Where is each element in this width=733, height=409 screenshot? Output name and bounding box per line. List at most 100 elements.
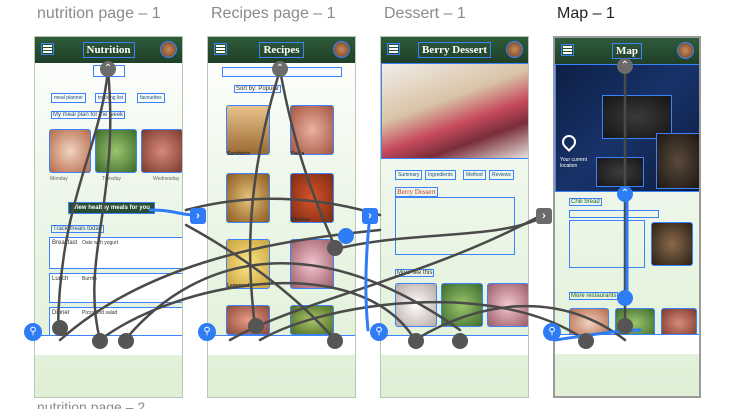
- location-pin-icon: [559, 132, 579, 152]
- meal-card-dinner[interactable]: Dinner Pizza and salad: [49, 307, 182, 337]
- dessert-description: [395, 197, 515, 255]
- related-image-1[interactable]: [395, 283, 437, 327]
- connection-node[interactable]: [578, 333, 594, 349]
- tab-favourites[interactable]: favourites: [137, 93, 165, 103]
- frame-label-map[interactable]: Map – 1: [557, 5, 615, 23]
- place-address: [569, 210, 659, 218]
- recipe-image-soup[interactable]: [226, 173, 270, 223]
- current-location-label: Your current location: [560, 157, 588, 169]
- next-arrow-icon[interactable]: ›: [536, 208, 552, 224]
- page-title: Nutrition: [82, 42, 135, 58]
- app-bar: Berry Dessert: [381, 37, 528, 63]
- avatar[interactable]: [160, 41, 177, 58]
- bottom-nav: [35, 335, 182, 355]
- frame-label-nutrition[interactable]: nutrition page – 1: [37, 5, 161, 23]
- tab-tracking-list[interactable]: tracking list: [95, 93, 127, 103]
- menu-icon[interactable]: [387, 43, 400, 55]
- menu-icon[interactable]: [214, 43, 227, 55]
- connection-node[interactable]: [452, 333, 468, 349]
- pin-icon[interactable]: ⚲: [24, 323, 42, 341]
- page-title: Berry Dessert: [417, 42, 492, 58]
- tab-meal-planner[interactable]: meal planner: [51, 93, 86, 103]
- meal-plan-subhead: My meal plan for the week: [51, 111, 126, 119]
- connection-node-active[interactable]: [338, 228, 354, 244]
- menu-icon[interactable]: [561, 44, 574, 56]
- track-meals-label: Track meals today: [51, 225, 104, 233]
- prototype-canvas[interactable]: nutrition page – 1 Recipes page – 1 Dess…: [0, 0, 733, 409]
- day-image-tuesday[interactable]: [95, 129, 137, 173]
- connection-node[interactable]: [617, 318, 633, 334]
- meal-dish: Pizza and salad: [82, 310, 118, 316]
- more-restaurants-label: More restaurants: [569, 292, 619, 300]
- tab-ingredients[interactable]: Ingredients: [425, 170, 456, 180]
- tab-method[interactable]: Method: [463, 170, 486, 180]
- connection-node-active[interactable]: [617, 290, 633, 306]
- page-title: Map: [612, 43, 642, 59]
- meal-dish: Burrito: [82, 276, 97, 282]
- app-bar: Nutrition: [35, 37, 182, 63]
- meal-slot: Dinner: [52, 310, 70, 316]
- bottom-nav: [555, 334, 699, 354]
- day-image-monday[interactable]: [49, 129, 91, 173]
- connection-line-active: [364, 213, 372, 332]
- tab-summary[interactable]: Summary: [395, 170, 423, 180]
- connection-node[interactable]: [92, 333, 108, 349]
- recipe-name: Chicken: [291, 217, 311, 223]
- frame-label-dessert[interactable]: Dessert – 1: [384, 5, 466, 23]
- avatar[interactable]: [333, 41, 350, 58]
- connection-node[interactable]: [248, 318, 264, 334]
- place-description: [569, 220, 645, 268]
- related-image-3[interactable]: [487, 283, 528, 327]
- recipe-image-lemonade[interactable]: [226, 239, 270, 289]
- view-healthy-meals-button[interactable]: View healthy meals for you: [68, 202, 155, 214]
- frame-label-recipes[interactable]: Recipes page – 1: [211, 5, 336, 23]
- frame-map[interactable]: Map Your current location Chili bread Mo…: [553, 36, 701, 398]
- recipe-name: Sandwich: [227, 151, 251, 157]
- page-title: Recipes: [259, 42, 304, 58]
- map-place-card-2[interactable]: [656, 133, 699, 189]
- collapse-handle-icon[interactable]: ⌃: [617, 186, 633, 202]
- recipe-image-item-8[interactable]: [290, 305, 334, 335]
- pin-icon[interactable]: ⚲: [543, 323, 561, 341]
- meal-card-lunch[interactable]: Lunch Burrito: [49, 273, 182, 303]
- map-place-card-3[interactable]: [596, 157, 644, 187]
- frame-label-nutrition-2[interactable]: nutrition page – 2: [37, 399, 145, 409]
- dessert-heading: Berry Dessert: [395, 187, 438, 197]
- recipe-image-item-7[interactable]: [226, 305, 270, 335]
- meal-dish: Oats with yogurt: [82, 240, 119, 246]
- menu-icon[interactable]: [41, 43, 54, 55]
- avatar[interactable]: [506, 41, 523, 58]
- place-image[interactable]: [651, 222, 693, 266]
- recipe-name: Pasta: [291, 151, 305, 157]
- recipe-image-chicken[interactable]: [290, 173, 334, 223]
- next-arrow-icon[interactable]: ›: [190, 208, 206, 224]
- frame-nutrition[interactable]: Nutrition meal planner tracking list fav…: [34, 36, 183, 398]
- recipe-image-sandwich[interactable]: [226, 105, 270, 155]
- app-bar: Recipes: [208, 37, 355, 63]
- connection-node[interactable]: [408, 333, 424, 349]
- meal-card-breakfast[interactable]: Breakfast Oats with yogurt: [49, 237, 182, 269]
- recipe-image-pasta[interactable]: [290, 105, 334, 155]
- pin-icon[interactable]: ⚲: [198, 323, 216, 341]
- day-label-monday: Monday: [50, 176, 68, 182]
- day-label-tuesday: Tuesday: [102, 176, 121, 182]
- hero-image: [381, 63, 528, 159]
- sort-dropdown[interactable]: Sort by: Popular: [234, 85, 282, 93]
- place-name: Chili bread: [569, 198, 602, 206]
- recipe-name: Lemonade: [227, 283, 253, 289]
- day-image-wednesday[interactable]: [141, 129, 182, 173]
- collapse-handle-icon[interactable]: ⌃: [272, 61, 288, 77]
- collapse-handle-icon[interactable]: ⌃: [617, 58, 633, 74]
- tab-reviews[interactable]: Reviews: [489, 170, 514, 180]
- avatar[interactable]: [677, 42, 694, 59]
- meal-slot: Lunch: [52, 276, 69, 282]
- next-arrow-icon[interactable]: ›: [362, 208, 378, 224]
- pin-icon[interactable]: ⚲: [370, 323, 388, 341]
- connection-node[interactable]: [118, 333, 134, 349]
- connection-node[interactable]: [327, 333, 343, 349]
- more-like-this-label: More like this: [395, 269, 435, 277]
- map-view[interactable]: Your current location: [555, 64, 699, 192]
- related-image-2[interactable]: [441, 283, 483, 327]
- collapse-handle-icon[interactable]: ⌃: [100, 61, 116, 77]
- connection-node[interactable]: [52, 320, 68, 336]
